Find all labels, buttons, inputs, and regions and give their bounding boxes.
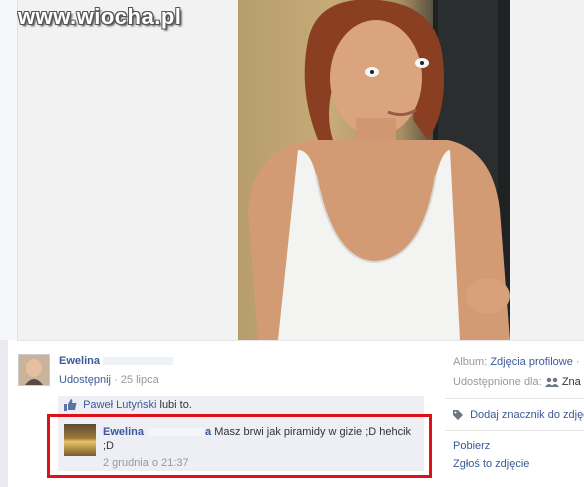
photo-viewer-side <box>0 0 18 340</box>
album-link[interactable]: Zdjęcia profilowe <box>490 356 573 368</box>
commenter-name-tail: a <box>205 426 212 438</box>
comment-body: Ewelina a Masz brwi jak piramidy w gizie… <box>103 425 413 453</box>
tag-row[interactable]: Dodaj znacznik do zdjęc <box>453 409 584 421</box>
download-link[interactable]: Pobierz <box>453 440 490 452</box>
tag-icon <box>453 410 463 421</box>
photo-sidebar: Album: Zdjęcia profilowe · Udostępnione … <box>445 342 584 487</box>
post-author-name[interactable]: Ewelina <box>59 355 100 367</box>
sidebar-divider-1 <box>445 398 584 399</box>
add-tag-link[interactable]: Dodaj znacznik do zdjęc <box>470 409 584 421</box>
liker-name[interactable]: Paweł Lutyński <box>83 399 156 411</box>
commenter-avatar[interactable] <box>64 424 96 456</box>
friends-icon <box>544 377 559 388</box>
album-row: Album: Zdjęcia profilowe · <box>453 356 580 368</box>
report-photo-link[interactable]: Zgłoś to zdjęcie <box>453 458 529 470</box>
download-row[interactable]: Pobierz <box>453 440 490 452</box>
post-meta: Udostępnij · 25 lipca <box>59 374 159 386</box>
avatar-face <box>19 355 49 385</box>
likes-bar: Paweł Lutyński lubi to. <box>58 396 424 416</box>
album-separator: · <box>575 356 580 368</box>
author-avatar[interactable] <box>18 354 50 386</box>
author-surname-obscured <box>102 357 173 366</box>
site-watermark: www.wiocha.pl <box>18 4 182 29</box>
comment-timestamp[interactable]: 2 grudnia o 21:37 <box>103 457 189 469</box>
report-row[interactable]: Zgłoś to zdjęcie <box>453 458 529 470</box>
meta-separator: · <box>114 374 118 386</box>
profile-photo[interactable] <box>238 0 510 340</box>
likes-suffix: lubi to. <box>159 399 192 411</box>
photo-illustration <box>248 0 510 340</box>
post-author[interactable]: Ewelina <box>59 355 173 367</box>
audience-row: Udostępnione dla: Zna <box>453 376 581 388</box>
audience-value[interactable]: Zna <box>562 376 581 388</box>
sidebar-divider-2 <box>445 430 584 431</box>
post-date[interactable]: 25 lipca <box>121 374 159 386</box>
photo-divider <box>17 340 584 341</box>
commenter-surname-obscured <box>148 428 205 437</box>
album-label: Album: <box>453 356 488 368</box>
thumbs-up-icon <box>64 399 77 412</box>
share-link[interactable]: Udostępnij <box>59 374 111 386</box>
shared-label: Udostępnione dla: <box>453 376 542 388</box>
commenter-name[interactable]: Ewelina <box>103 426 144 438</box>
